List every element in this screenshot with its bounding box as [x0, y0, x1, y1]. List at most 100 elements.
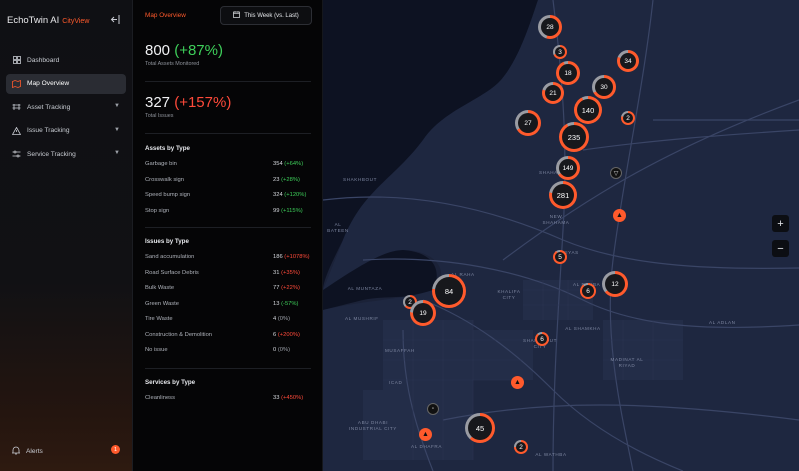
stat-row[interactable]: No issue 0 (0%) [145, 347, 311, 363]
date-range-label: This Week (vs. Last) [244, 12, 299, 19]
section-title: Issues by Type [145, 238, 189, 245]
panel-title: Map Overview [145, 12, 186, 19]
cluster-marker[interactable]: 84 [432, 274, 466, 308]
stat-row[interactable]: Stop sign 99 (+115%) [145, 208, 311, 224]
stat-row[interactable]: Green Waste 13 (-57%) [145, 301, 311, 317]
poi-marker-icon[interactable]: ▽ [610, 167, 622, 179]
issue-warning-icon[interactable]: ▲ [419, 428, 432, 441]
cluster-marker[interactable]: 149 [556, 156, 580, 180]
date-range-button[interactable]: This Week (vs. Last) [220, 6, 312, 25]
stat-value: 354 (+64%) [273, 161, 311, 167]
sidebar-item-dashboard[interactable]: Dashboard [6, 50, 126, 70]
map-icon [12, 79, 21, 88]
cluster-marker[interactable]: 30 [592, 75, 616, 99]
issue-warning-icon[interactable]: ▲ [613, 209, 626, 222]
divider [145, 227, 311, 228]
map-label: AL ADLAN [709, 320, 736, 325]
kpi-delta: (+87%) [174, 42, 223, 59]
cluster-marker[interactable]: 45 [465, 413, 495, 443]
chevron-down-icon[interactable]: ▼ [114, 150, 120, 156]
cluster-marker[interactable]: 21 [542, 82, 564, 104]
cluster-count: 6 [582, 285, 594, 297]
sidebar-item-map-overview[interactable]: Map Overview [6, 73, 126, 94]
stat-count: 99 [273, 207, 280, 214]
stat-value: 0 (0%) [273, 347, 311, 353]
cluster-marker[interactable]: 6 [580, 283, 596, 299]
stat-name: Cleanliness [145, 395, 175, 401]
stat-row[interactable]: Crosswalk sign 23 (+28%) [145, 177, 311, 193]
map-label: SHAKHBOUT [343, 177, 377, 182]
map-label: AL DHAFRA [411, 444, 443, 449]
stat-row[interactable]: Cleanliness 33 (+450%) [145, 395, 311, 411]
sliders-icon [12, 150, 21, 159]
stat-delta: (+115%) [281, 207, 303, 214]
alerts-button[interactable]: Alerts 1 [11, 445, 122, 457]
stat-row[interactable]: Tire Waste 4 (0%) [145, 316, 311, 332]
cluster-marker[interactable]: 27 [515, 110, 541, 136]
map-label: AL MUNTAZA [347, 286, 383, 291]
stat-name: Crosswalk sign [145, 176, 184, 183]
cluster-marker[interactable]: 2 [621, 111, 635, 125]
stat-count: 186 [273, 254, 283, 260]
cluster-marker[interactable]: 18 [556, 61, 580, 85]
stat-name: Speed bump sign [145, 192, 191, 198]
cluster-marker[interactable]: 235 [559, 122, 589, 152]
issue-warning-icon[interactable]: ▲ [511, 376, 524, 389]
kpi-value: 327 [145, 94, 171, 111]
brand-logo[interactable]: EchoTwin AI CityView [7, 15, 89, 26]
cluster-marker[interactable]: 28 [538, 15, 562, 39]
poi-marker-icon[interactable]: ▫ [427, 403, 439, 415]
cluster-count: 140 [577, 99, 599, 121]
chevron-down-icon[interactable]: ▼ [114, 127, 120, 133]
cluster-count: 6 [537, 334, 547, 344]
sidebar-item-issue-tracking[interactable]: Issue Tracking ▼ [6, 121, 126, 141]
cluster-marker[interactable]: 34 [617, 50, 639, 72]
sidebar-item-asset-tracking[interactable]: Asset Tracking ▼ [6, 97, 126, 117]
stat-delta: (+450%) [281, 395, 304, 401]
map-label: MUSAFFAH [385, 348, 415, 353]
map-label: MADINAT AL RIYAD [610, 357, 644, 368]
stat-row[interactable]: Road Surface Debris 31 (+35%) [145, 270, 311, 286]
stat-value: 33 (+450%) [273, 395, 311, 401]
sidebar-item-label: Map Overview [27, 80, 70, 87]
cluster-marker[interactable]: 281 [549, 181, 577, 209]
collapse-sidebar-icon[interactable] [110, 14, 122, 26]
cluster-marker[interactable]: 2 [514, 440, 528, 454]
asset-icon [12, 103, 21, 112]
zoom-out-button[interactable]: − [772, 240, 789, 257]
section-title: Assets by Type [145, 145, 190, 152]
cluster-count: 2 [623, 113, 633, 123]
cluster-marker[interactable]: 19 [410, 300, 436, 326]
alerts-count-badge: 1 [111, 445, 120, 454]
cluster-marker[interactable]: 3 [553, 45, 567, 59]
map-label: ICAD [389, 380, 403, 385]
stat-delta: (+35%) [281, 269, 300, 276]
cluster-marker[interactable]: 6 [535, 332, 549, 346]
chevron-down-icon[interactable]: ▼ [114, 103, 120, 109]
cluster-count: 18 [559, 64, 577, 82]
stat-name: Stop sign [145, 207, 170, 214]
cluster-marker[interactable]: 5 [553, 250, 567, 264]
stat-row[interactable]: Sand accumulation 186 (+1078%) [145, 254, 311, 270]
cluster-count: 19 [413, 303, 433, 323]
sidebar-item-label: Issue Tracking [27, 127, 70, 134]
cluster-marker[interactable]: 12 [602, 271, 628, 297]
stat-delta: (+28%) [281, 176, 300, 183]
stat-row[interactable]: Garbage bin 354 (+64%) [145, 161, 311, 177]
stat-count: 23 [273, 176, 280, 183]
kpi-value: 800 [145, 42, 171, 59]
stat-row[interactable]: Speed bump sign 324 (+120%) [145, 192, 311, 208]
stat-count: 0 [273, 347, 277, 353]
section-title: Services by Type [145, 379, 196, 386]
map-view[interactable]: SHAKHBOUT SHAHAMA NEW SHAHAMA BANIYAS AL… [323, 0, 799, 471]
sidebar-item-service-tracking[interactable]: Service Tracking ▼ [6, 144, 126, 164]
stat-count: 6 [273, 331, 277, 338]
stat-value: 4 (0%) [273, 316, 311, 322]
stat-row[interactable]: Bulk Waste 77 (+22%) [145, 285, 311, 301]
cluster-count: 45 [468, 416, 492, 440]
alerts-label: Alerts [26, 448, 43, 455]
cluster-marker[interactable]: 140 [574, 96, 602, 124]
stat-row[interactable]: Construction & Demolition 6 (+200%) [145, 332, 311, 348]
stat-delta: (-57%) [281, 300, 299, 307]
zoom-in-button[interactable]: + [772, 215, 789, 232]
